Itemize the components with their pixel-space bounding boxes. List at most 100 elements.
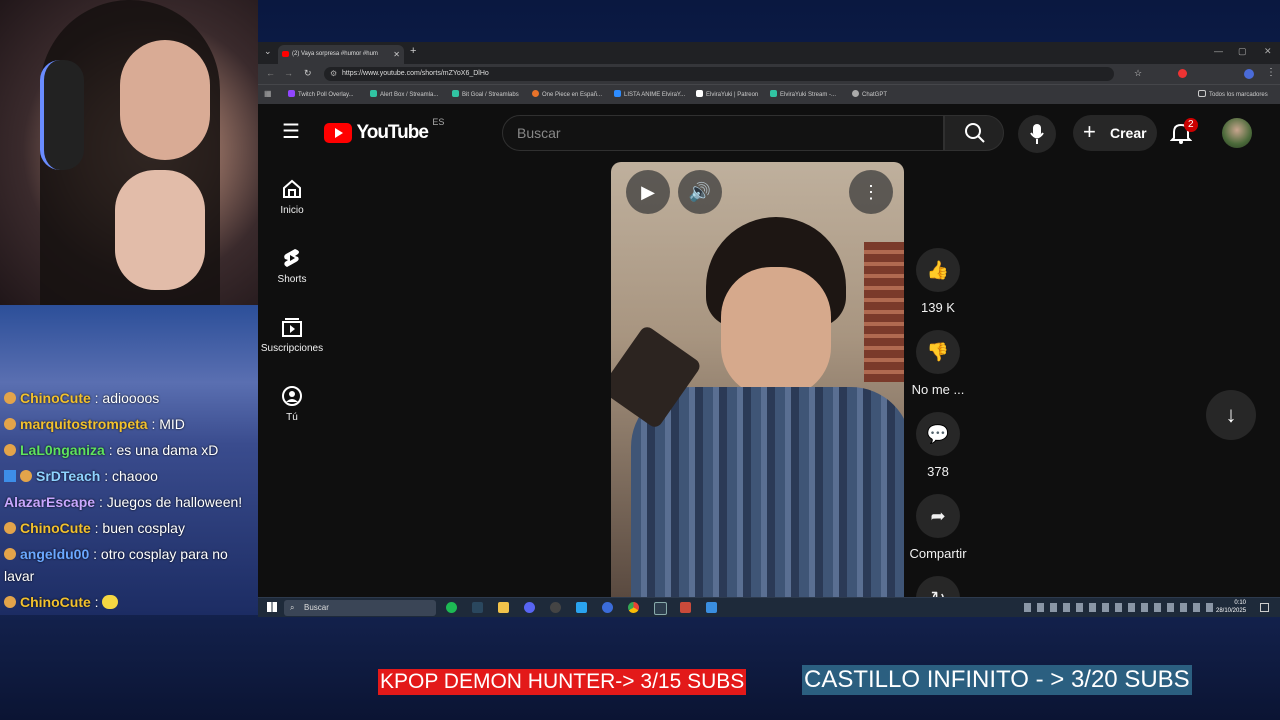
discord-icon[interactable] (524, 602, 535, 613)
tab-bar: ⌄ (2) Vaya sorpresa #humor #hum ✕ + — ▢ … (258, 42, 1280, 64)
bookmark[interactable]: ElviraYuki | Patreon (696, 90, 758, 98)
user-badge-icon (4, 548, 16, 560)
search-button[interactable] (944, 115, 1004, 151)
forward-icon[interactable]: → (284, 68, 293, 78)
nav-item-inicio[interactable]: Inicio (259, 178, 325, 216)
tab-title: (2) Vaya sorpresa #humor #hum (292, 51, 378, 57)
notifications-button[interactable]: 2 (1169, 118, 1198, 150)
volume-button[interactable]: 🔊 (678, 170, 722, 214)
url-field[interactable]: ⚙ https://www.youtube.com/shorts/mZYoX6_… (324, 67, 1114, 81)
app-icon[interactable] (706, 602, 717, 613)
spotify-icon[interactable] (446, 602, 457, 613)
voice-search-button[interactable] (1018, 115, 1056, 153)
share-label: Compartir (909, 546, 967, 561)
like-count: 139 K (921, 300, 955, 315)
remix-button[interactable]: ↻ (916, 576, 960, 597)
like-button[interactable]: 👍 (916, 248, 960, 292)
arrow-down-icon: ↓ (1225, 402, 1237, 427)
share-button[interactable]: ➦ (916, 494, 960, 538)
share-icon: ➦ (930, 506, 946, 526)
like-action[interactable]: 👍 139 K (906, 248, 970, 315)
chat-text: : Juegos de halloween! (98, 494, 243, 510)
new-tab-icon[interactable]: + (410, 45, 416, 57)
file-explorer-icon[interactable] (498, 602, 509, 613)
bookmark[interactable]: ChatGPT (852, 90, 887, 98)
more-options-button[interactable]: ⋮ (849, 170, 893, 214)
chat-username: SrDTeach (36, 468, 101, 484)
chat-text: : MID (151, 416, 185, 432)
dislike-button[interactable]: 👎 (916, 330, 960, 374)
youtube-logo[interactable]: YouTube ES (324, 117, 444, 146)
windows-taskbar: ⌕ Buscar 0:10 28/10/2025 (258, 597, 1280, 617)
share-action[interactable]: ➦ Compartir (906, 494, 970, 561)
maximize-icon[interactable]: ▢ (1238, 46, 1247, 57)
telegram-icon[interactable] (576, 602, 587, 613)
nav-label: Suscripciones (260, 343, 324, 354)
close-tab-icon[interactable]: ✕ (393, 45, 400, 64)
apps-icon[interactable]: ▦ (264, 89, 272, 98)
volume-icon: 🔊 (688, 182, 712, 202)
app-icon[interactable] (602, 602, 613, 613)
chat-username: LaL0nganiza (20, 442, 105, 458)
nav-item-tu[interactable]: Tú (259, 385, 325, 423)
play-button[interactable]: ▶ (626, 170, 670, 214)
clock-time: 0:10 (1234, 600, 1247, 606)
user-badge-icon (4, 522, 16, 534)
obs-icon[interactable] (550, 602, 561, 613)
tab-search-icon[interactable]: ⌄ (264, 46, 272, 57)
address-bar-row: ← → ↻ ⚙ https://www.youtube.com/shorts/m… (258, 64, 1280, 84)
clock[interactable]: 0:10 28/10/2025 (1216, 599, 1246, 615)
star-icon[interactable]: ☆ (1134, 68, 1142, 79)
user-badge-icon (4, 392, 16, 404)
all-bookmarks[interactable]: Todos los marcadores (1198, 90, 1268, 98)
site-info-icon[interactable]: ⚙ (330, 67, 337, 81)
back-icon[interactable]: ← (266, 68, 275, 78)
extension-icon[interactable] (1178, 69, 1187, 78)
menu-icon[interactable]: ⋮ (1266, 67, 1276, 78)
nav-item-suscripciones[interactable]: Suscripciones (259, 316, 325, 354)
steam-icon[interactable] (472, 602, 483, 613)
next-video-button[interactable]: ↓ (1206, 390, 1256, 440)
bookmark[interactable]: One Piece en Españ... (532, 90, 602, 98)
nav-item-shorts[interactable]: Shorts (259, 247, 325, 285)
reload-icon[interactable]: ↻ (304, 68, 312, 79)
bookmark[interactable]: LISTA ANIME ElviraY... (614, 90, 685, 98)
youtube-logo-text: YouTube (356, 122, 428, 143)
bookmarks-bar: ▦ Twitch Poll Overlay... Alert Box / Str… (258, 84, 1280, 104)
chat-message: marquitostrompeta : MID (4, 413, 185, 435)
bookmark[interactable]: Alert Box / Streamla... (370, 90, 438, 98)
comments-action[interactable]: 💬 378 (906, 412, 970, 479)
taskbar-search[interactable]: ⌕ Buscar (284, 600, 436, 616)
bookmark[interactable]: Bit Goal / Streamlabs (452, 90, 519, 98)
browser-tab[interactable]: (2) Vaya sorpresa #humor #hum ✕ (278, 45, 404, 64)
system-tray-icons[interactable] (1024, 603, 1214, 612)
comment-count: 378 (927, 464, 949, 479)
minimize-icon[interactable]: — (1214, 46, 1223, 56)
comments-button[interactable]: 💬 (916, 412, 960, 456)
youtube-page: ☰ YouTube ES Buscar + Crear 2 Inicio Sho… (258, 104, 1280, 597)
emote-icon (102, 595, 119, 609)
chat-text: : otro cosplay para no (93, 546, 228, 562)
taskbar-search-placeholder: Buscar (304, 603, 329, 612)
notification-center-icon[interactable] (1260, 603, 1269, 612)
chrome-icon[interactable] (628, 602, 639, 613)
close-window-icon[interactable]: ✕ (1264, 46, 1272, 57)
dislike-label: No me ... (911, 382, 965, 397)
shorts-video-player[interactable]: ▶ 🔊 ⋮ (611, 162, 904, 597)
dislike-action[interactable]: 👎 No me ... (906, 330, 970, 397)
create-button[interactable]: + Crear (1073, 115, 1157, 151)
windows-start-icon[interactable] (267, 602, 277, 612)
bookmark[interactable]: ElviraYuki Stream -... (770, 90, 836, 98)
terminal-icon[interactable] (654, 602, 667, 615)
chat-message: lavar (4, 565, 34, 587)
app-icon[interactable] (680, 602, 691, 613)
url-text: https://www.youtube.com/shorts/mZYoX6_Dl… (342, 70, 489, 77)
account-avatar[interactable] (1222, 118, 1252, 148)
hamburger-menu-icon[interactable]: ☰ (282, 122, 300, 142)
remix-action[interactable]: ↻ (906, 576, 970, 597)
search-input[interactable]: Buscar (502, 115, 944, 151)
profile-avatar-icon[interactable] (1244, 69, 1254, 79)
chat-username: angeldu00 (20, 546, 90, 562)
bookmark[interactable]: Twitch Poll Overlay... (288, 90, 354, 98)
subs-goal-banner-right: CASTILLO INFINITO - > 3/20 SUBS (802, 665, 1192, 695)
